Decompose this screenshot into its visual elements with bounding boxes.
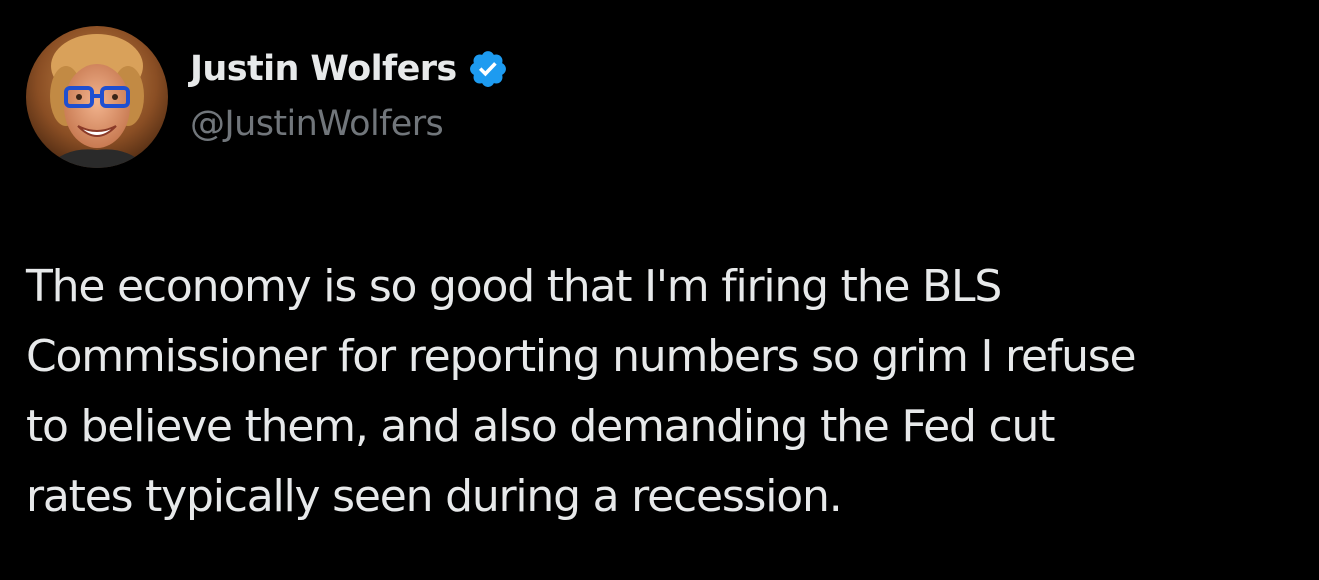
- tweet-text: The economy is so good that I'm firing t…: [26, 261, 1137, 522]
- avatar-photo: [26, 26, 168, 168]
- verified-badge-icon[interactable]: [467, 48, 509, 90]
- avatar[interactable]: [26, 26, 168, 168]
- tweet-card: Justin Wolfers @JustinWolfers The econom…: [0, 0, 1319, 580]
- author-name-row: Justin Wolfers: [190, 44, 509, 94]
- author-handle[interactable]: @JustinWolfers: [190, 104, 444, 144]
- author-display-name[interactable]: Justin Wolfers: [190, 49, 457, 89]
